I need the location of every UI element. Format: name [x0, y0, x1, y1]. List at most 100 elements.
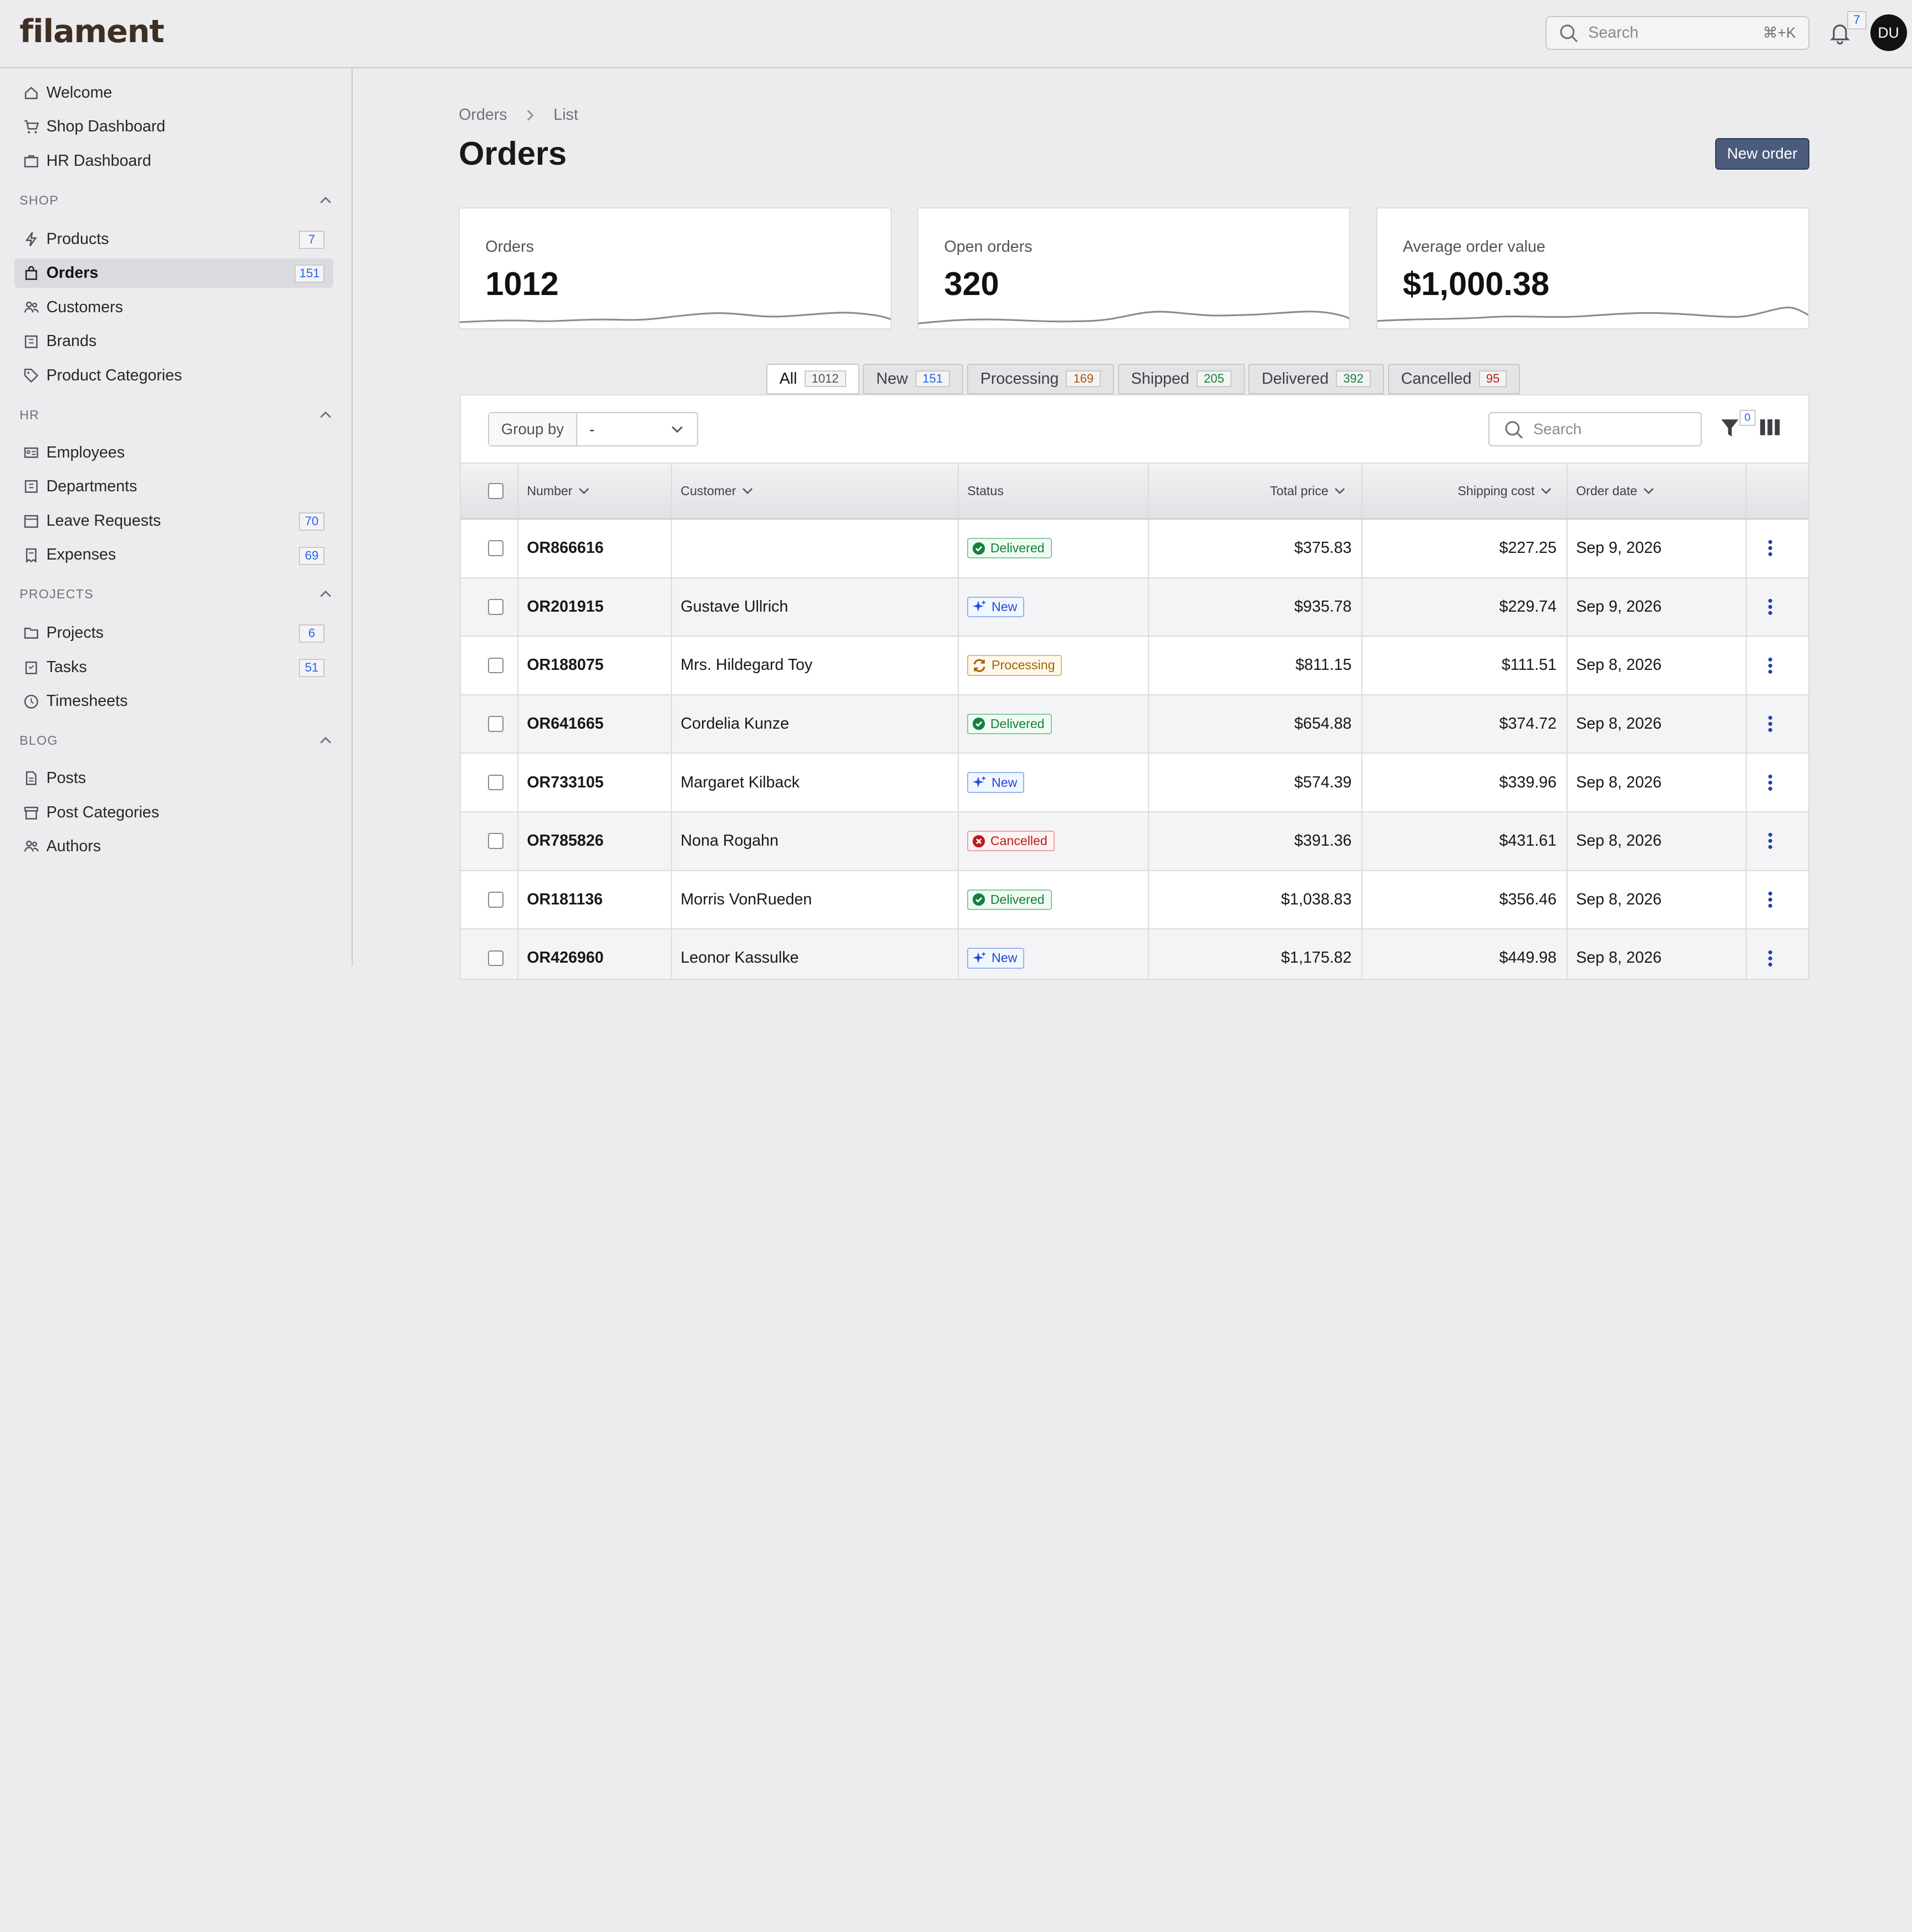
table-row[interactable]: OR201915 Gustave Ullrich New $935.78 $229.74… [461, 578, 1808, 637]
column-header-order-date[interactable]: Order date [1576, 464, 1655, 518]
group-by-control[interactable]: Group by - [487, 412, 698, 446]
column-label: Shipping cost [1457, 483, 1535, 498]
column-header-total-price[interactable]: Total price [1148, 464, 1347, 518]
chevron-up-icon[interactable] [318, 408, 333, 422]
breadcrumb-orders-link[interactable]: Orders [459, 106, 507, 124]
shopping-bag-icon [25, 266, 37, 281]
sidebar-item-customers[interactable]: Customers [14, 293, 333, 322]
order-date: Sep 8, 2026 [1576, 949, 1662, 967]
sidebar-item-projects[interactable]: Projects 6 [14, 618, 333, 648]
sidebar-item-label: Tasks [46, 658, 87, 676]
more-vertical-icon[interactable] [1768, 715, 1773, 733]
total-price: $574.39 [1294, 773, 1352, 791]
sidebar: Welcome Shop Dashboard HR Dashboard SHOP… [0, 68, 353, 967]
order-number: OR785826 [527, 832, 604, 850]
more-vertical-icon[interactable] [1768, 891, 1773, 908]
total-price: $654.88 [1294, 715, 1352, 733]
tab-shipped[interactable]: Shipped 205 [1117, 363, 1245, 394]
tab-cancelled[interactable]: Cancelled 95 [1387, 363, 1521, 394]
row-actions-cell [1768, 871, 1773, 929]
sidebar-item-tasks[interactable]: Tasks 51 [14, 653, 333, 682]
sidebar-item-employees[interactable]: Employees [14, 438, 333, 467]
table-row[interactable]: OR188075 Mrs. Hildegard Toy Processing $811… [461, 637, 1808, 695]
row-checkbox[interactable] [487, 657, 504, 674]
row-checkbox[interactable] [487, 950, 504, 967]
filter-icon[interactable] [1720, 417, 1740, 439]
table-row[interactable]: OR426960 Leonor Kassulke New $1,175.82 $449.… [461, 929, 1808, 979]
sidebar-item-product-categories[interactable]: Product Categories [14, 361, 333, 390]
row-checkbox[interactable] [487, 833, 504, 850]
row-actions-cell [1768, 637, 1773, 694]
sidebar-group-blog[interactable]: BLOG [19, 733, 333, 748]
group-by-select[interactable]: - [577, 413, 697, 445]
row-checkbox[interactable] [487, 892, 504, 908]
sidebar-item-shop-dashboard[interactable]: Shop Dashboard [14, 112, 333, 141]
global-search-input[interactable]: Search ⌘+K [1545, 16, 1809, 50]
sidebar-item-departments[interactable]: Departments [14, 472, 333, 501]
more-vertical-icon[interactable] [1768, 774, 1773, 791]
tab-new[interactable]: New 151 [863, 363, 964, 394]
column-header-customer[interactable]: Customer [680, 464, 754, 518]
tab-processing[interactable]: Processing 169 [967, 363, 1115, 394]
row-checkbox[interactable] [487, 716, 504, 732]
orders-table: Group by - Search 0 Number Customer Stat… [460, 394, 1809, 980]
status-label: Delivered [990, 892, 1045, 907]
sidebar-item-leave-requests[interactable]: Leave Requests 70 [14, 506, 333, 536]
table-search-input[interactable]: Search [1488, 412, 1702, 446]
sidebar-item-authors[interactable]: Authors [14, 832, 333, 861]
more-vertical-icon[interactable] [1768, 598, 1773, 616]
sidebar-item-label: Products [46, 230, 109, 248]
shipping-cost: $374.72 [1499, 715, 1557, 733]
order-number: OR733105 [527, 773, 604, 791]
user-avatar[interactable]: DU [1870, 14, 1907, 52]
tab-count: 205 [1196, 370, 1232, 388]
row-checkbox[interactable] [487, 540, 504, 557]
more-vertical-icon[interactable] [1768, 832, 1773, 850]
app-logo[interactable]: filament [19, 13, 164, 50]
customer-name: Gustave Ullrich [680, 597, 789, 616]
table-row[interactable]: OR866616 Delivered $375.83 $227.25 Sep 9, 20… [461, 519, 1808, 578]
sidebar-item-hr-dashboard[interactable]: HR Dashboard [14, 146, 333, 176]
sidebar-item-posts[interactable]: Posts [14, 764, 333, 793]
sidebar-group-projects[interactable]: PROJECTS [19, 587, 333, 602]
status-badge: New [967, 948, 1025, 969]
chevron-down-icon [672, 426, 683, 433]
status-cell: New [967, 754, 1025, 811]
bolt-icon [25, 232, 37, 247]
row-actions-cell [1768, 812, 1773, 870]
chevron-up-icon[interactable] [318, 587, 333, 601]
total-price: $375.83 [1294, 539, 1352, 557]
row-checkbox[interactable] [487, 774, 504, 791]
sidebar-item-timesheets[interactable]: Timesheets [14, 687, 333, 716]
sidebar-item-orders[interactable]: Orders 151 [14, 258, 333, 288]
new-order-button[interactable]: New order [1715, 138, 1809, 170]
tab-delivered[interactable]: Delivered 392 [1248, 363, 1384, 394]
columns-icon[interactable] [1759, 418, 1781, 436]
chevron-up-icon[interactable] [318, 733, 333, 748]
tab-all[interactable]: All 1012 [766, 363, 860, 394]
table-row[interactable]: OR785826 Nona Rogahn Cancelled $391.36 $431.… [461, 812, 1808, 871]
chevron-up-icon[interactable] [318, 193, 333, 207]
column-header-number[interactable]: Number [527, 464, 591, 518]
table-row[interactable]: OR733105 Margaret Kilback New $574.39 $339.9… [461, 754, 1808, 812]
sidebar-item-welcome[interactable]: Welcome [14, 78, 333, 108]
column-header-shipping-cost[interactable]: Shipping cost [1361, 464, 1553, 518]
page-title: Orders [459, 134, 567, 172]
more-vertical-icon[interactable] [1768, 657, 1773, 674]
sidebar-item-label: Authors [46, 837, 101, 856]
sidebar-item-products[interactable]: Products 7 [14, 225, 333, 254]
sidebar-item-post-categories[interactable]: Post Categories [14, 798, 333, 827]
table-row[interactable]: OR181136 Morris VonRueden Delivered $1,038.… [461, 871, 1808, 930]
sidebar-item-label: Timesheets [46, 692, 128, 710]
select-all-checkbox[interactable] [487, 482, 504, 499]
sidebar-item-brands[interactable]: Brands [14, 327, 333, 357]
sidebar-group-shop[interactable]: SHOP [19, 193, 333, 208]
table-row[interactable]: OR641665 Cordelia Kunze Delivered $654.88 $3… [461, 695, 1808, 754]
sidebar-group-hr[interactable]: HR [19, 408, 333, 423]
order-date: Sep 8, 2026 [1576, 890, 1662, 908]
more-vertical-icon[interactable] [1768, 540, 1773, 557]
row-checkbox[interactable] [487, 599, 504, 615]
briefcase-icon [24, 155, 38, 167]
more-vertical-icon[interactable] [1768, 950, 1773, 967]
sidebar-item-expenses[interactable]: Expenses 69 [14, 541, 333, 570]
